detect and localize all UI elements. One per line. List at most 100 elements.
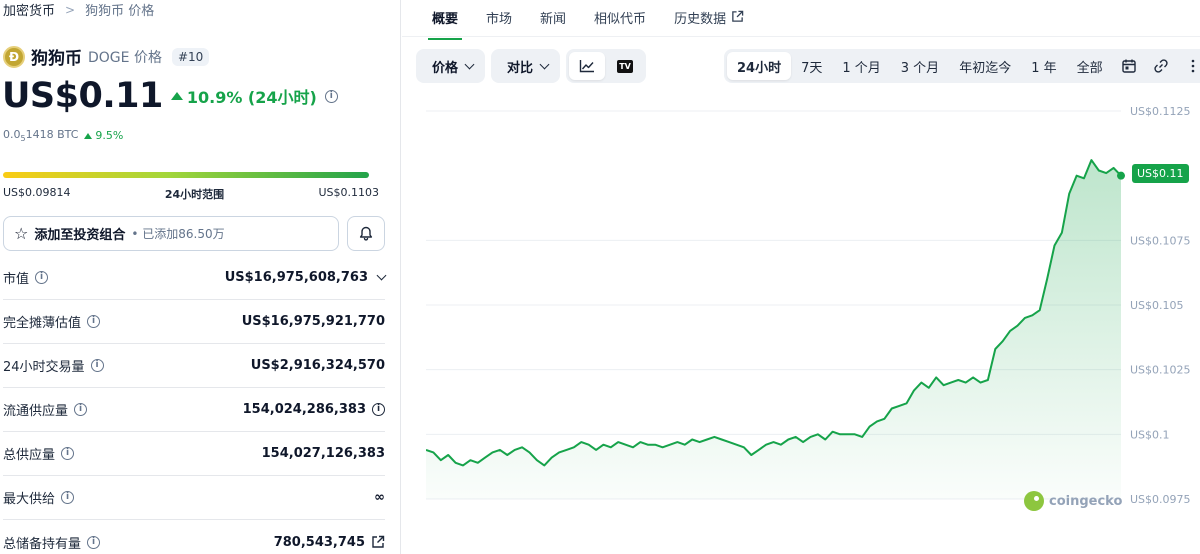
tab-label: 市场	[486, 12, 513, 27]
stat-label: 市值 i	[3, 268, 49, 287]
coingecko-logo-icon	[1024, 491, 1044, 511]
range-5[interactable]: 1 年	[1021, 52, 1066, 80]
external-link-icon[interactable]	[371, 535, 385, 549]
tab-label: 概要	[432, 12, 459, 27]
price-row: US$0.11 10.9% (24小时) i	[2, 76, 338, 116]
price-dropdown[interactable]: 价格	[416, 49, 486, 83]
y-tick-label: US$0.1125	[1130, 105, 1191, 118]
stat-value: 780,543,745	[274, 535, 385, 550]
rank-badge: #10	[171, 47, 210, 66]
info-icon[interactable]: i	[90, 359, 104, 372]
stat-row: 最大供给 i ∞	[3, 476, 385, 520]
watermark-text: coingecko	[1049, 493, 1123, 509]
breadcrumb: 加密货币 > 狗狗币 价格	[3, 0, 155, 20]
chevron-down-icon	[464, 59, 475, 69]
info-icon[interactable]: i	[372, 403, 385, 416]
price-change-24h: 10.9% (24小时)	[170, 84, 317, 108]
tab-label: 相似代币	[594, 12, 647, 27]
stat-label: 24小时交易量 i	[3, 356, 104, 375]
price-alert-button[interactable]	[347, 216, 385, 251]
stat-label-text: 24小时交易量	[3, 360, 85, 375]
breadcrumb-root-link[interactable]: 加密货币	[3, 0, 55, 19]
stat-value-text: US$16,975,608,763	[224, 270, 368, 285]
stat-value-text: ∞	[374, 490, 385, 505]
stat-row: 市值 i US$16,975,608,763	[3, 256, 387, 300]
tab-2[interactable]: 新闻	[526, 0, 580, 36]
stat-label: 流通供应量 i	[3, 400, 88, 419]
up-arrow-icon	[170, 92, 183, 100]
price-change-text: 10.9% (24小时)	[186, 88, 317, 107]
info-icon[interactable]: i	[324, 89, 338, 103]
range-24h-bar	[3, 172, 369, 178]
range-0[interactable]: 24小时	[727, 52, 792, 80]
info-icon[interactable]: i	[87, 315, 101, 328]
range-high: US$0.1103	[318, 186, 379, 199]
more-vertical-icon	[1191, 59, 1194, 73]
current-price: US$0.11	[2, 76, 163, 116]
stat-label: 总储备持有量 i	[3, 533, 101, 552]
btc-change: 9.5%	[84, 129, 123, 142]
bell-icon	[359, 226, 373, 241]
stat-row: 24小时交易量 i US$2,916,324,570	[3, 344, 385, 388]
compare-dropdown-label: 对比	[507, 60, 534, 76]
info-icon[interactable]: i	[61, 491, 75, 504]
price-chart-svg: US$0.1125 US$0.1075 US$0.105 US$0.1025 US$0.…	[426, 105, 1191, 506]
coingecko-watermark: coingecko	[1024, 491, 1122, 511]
stat-value-text: 780,543,745	[273, 534, 365, 550]
calendar-button[interactable]	[1113, 52, 1145, 80]
tradingview-logo-icon: TV	[617, 59, 634, 73]
line-chart-icon	[579, 60, 595, 73]
star-icon: ☆	[14, 223, 29, 243]
stat-label-text: 总供应量	[3, 448, 56, 463]
info-icon[interactable]: i	[74, 403, 88, 416]
tab-4[interactable]: 历史数据	[660, 0, 758, 36]
btc-price-row: 0.051418 BTC 9.5%	[3, 128, 123, 143]
tabs-underline	[402, 36, 1200, 37]
stat-value-text: 154,024,286,383	[242, 402, 366, 417]
compare-dropdown[interactable]: 对比	[491, 49, 561, 83]
tradingview-button[interactable]: TV	[607, 52, 643, 80]
stat-value: 154,027,126,383	[262, 446, 385, 461]
y-tick-label: US$0.105	[1130, 299, 1184, 312]
stat-value-text: US$16,975,921,770	[241, 314, 385, 329]
stat-label: 总供应量 i	[3, 444, 75, 463]
range-2[interactable]: 1 个月	[832, 52, 890, 80]
stat-value: US$16,975,608,763	[224, 270, 387, 285]
stat-label: 完全摊薄估值 i	[3, 312, 101, 331]
section-tabs: 概要 市场 新闻 相似代币 历史数据	[418, 0, 758, 40]
range-6[interactable]: 全部	[1067, 52, 1113, 80]
tab-label: 新闻	[540, 12, 567, 27]
add-to-portfolio-label: 添加至投资组合	[34, 228, 126, 243]
coin-name: 狗狗币	[31, 49, 82, 69]
link-button[interactable]	[1145, 52, 1177, 80]
coin-summary-panel: 加密货币 > 狗狗币 价格 Ð 狗狗币 DOGE 价格 #10 US$0.11 …	[0, 0, 400, 554]
tab-1[interactable]: 市场	[472, 0, 526, 36]
price-dropdown-label: 价格	[432, 60, 459, 76]
tab-0[interactable]: 概要	[418, 0, 472, 40]
range-1[interactable]: 7天	[791, 52, 832, 80]
info-icon[interactable]: i	[61, 447, 75, 460]
chevron-down-icon[interactable]	[376, 270, 387, 281]
info-icon[interactable]: i	[35, 271, 49, 284]
tab-3[interactable]: 相似代币	[580, 0, 660, 36]
stats-list: 市值 i US$16,975,608,763 完全摊薄估值 i US$16,975,921…	[3, 256, 387, 554]
range-24h-labels: US$0.09814 24小时范围 US$0.1103	[3, 186, 379, 202]
stat-row: 总供应量 i 154,027,126,383	[3, 432, 385, 476]
coin-symbol-label: DOGE 价格	[88, 49, 162, 66]
add-to-portfolio-button[interactable]: ☆ 添加至投资组合 • 已添加86.50万	[3, 216, 339, 251]
chart-toolbar: 价格 对比 TV	[416, 49, 647, 83]
y-tick-label: US$0.1	[1130, 428, 1170, 441]
y-tick-label: US$0.0975	[1130, 493, 1191, 506]
up-arrow-icon	[84, 132, 93, 139]
range-4[interactable]: 年初迄今	[949, 52, 1021, 80]
stat-value: 154,024,286,383 i	[243, 402, 385, 417]
line-chart-button[interactable]	[569, 52, 606, 80]
info-icon[interactable]: i	[87, 535, 101, 549]
calendar-icon	[1121, 59, 1136, 73]
breadcrumb-current: 狗狗币 价格	[85, 4, 155, 19]
range-3[interactable]: 3 个月	[891, 52, 949, 80]
tab-label: 历史数据	[674, 12, 727, 27]
added-count: • 已添加86.50万	[131, 227, 225, 241]
panel-divider	[400, 0, 401, 554]
more-vertical-button[interactable]	[1177, 52, 1200, 80]
